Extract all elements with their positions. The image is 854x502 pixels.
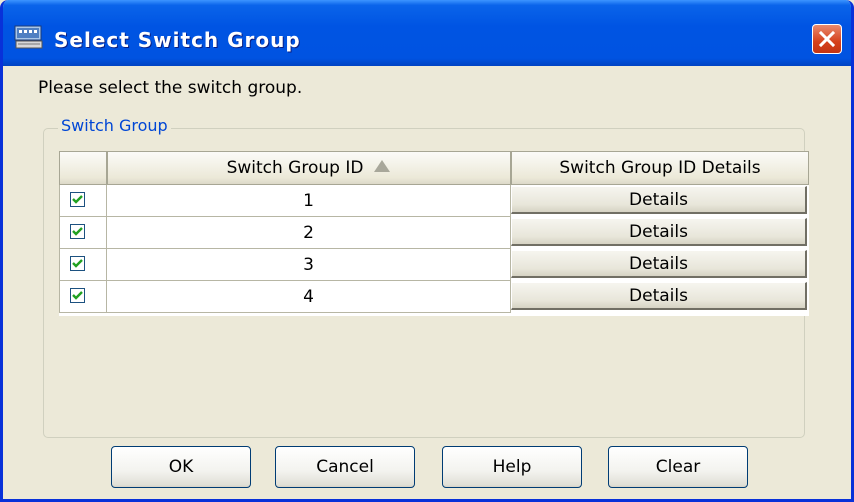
title-bar[interactable]: Select Switch Group [3,0,851,66]
table-row[interactable]: 4 Details [59,281,809,313]
details-column-header[interactable]: Switch Group ID Details [511,151,809,185]
row-checkbox[interactable] [70,256,85,271]
clear-button[interactable]: Clear [608,446,748,488]
details-cell: Details [511,217,809,249]
window-title: Select Switch Group [54,28,301,52]
details-button[interactable]: Details [511,186,807,214]
details-cell: Details [511,281,809,313]
checkbox-cell [59,217,107,249]
details-cell: Details [511,249,809,281]
id-header-label: Switch Group ID [226,158,364,178]
switch-group-id-cell: 3 [107,249,511,281]
sort-ascending-icon [373,158,391,178]
row-checkbox[interactable] [70,288,85,303]
checkmark-icon [72,259,83,268]
table-row[interactable]: 2 Details [59,217,809,249]
checkbox-column-header[interactable] [59,151,107,185]
switch-group-id-cell: 2 [107,217,511,249]
checkmark-icon [72,227,83,236]
details-button[interactable]: Details [511,218,807,246]
ok-button[interactable]: OK [111,446,251,488]
instruction-text: Please select the switch group. [38,78,303,98]
switch-group-id-cell: 1 [107,185,511,217]
details-button[interactable]: Details [511,282,807,310]
dialog-window: Select Switch Group Please select the sw… [0,0,854,502]
row-checkbox[interactable] [70,192,85,207]
switch-group-id-header[interactable]: Switch Group ID [107,151,511,185]
help-button[interactable]: Help [442,446,582,488]
close-icon [818,30,836,48]
network-switch-icon [14,24,44,50]
checkmark-icon [72,195,83,204]
switch-group-id-cell: 4 [107,281,511,313]
details-button[interactable]: Details [511,250,807,278]
row-checkbox[interactable] [70,224,85,239]
details-cell: Details [511,185,809,217]
table-row[interactable]: 3 Details [59,249,809,281]
cancel-button[interactable]: Cancel [275,446,415,488]
close-button[interactable] [812,24,842,54]
checkbox-cell [59,185,107,217]
table-row[interactable]: 1 Details [59,185,809,217]
checkmark-icon [72,291,83,300]
group-legend: Switch Group [58,116,171,135]
checkbox-cell [59,281,107,313]
checkbox-cell [59,249,107,281]
